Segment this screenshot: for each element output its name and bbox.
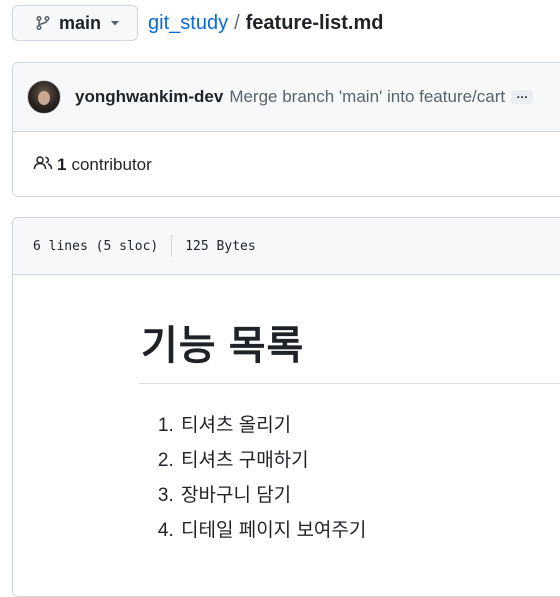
list-item: 디테일 페이지 보여주기 [179,513,560,548]
commit-message-link[interactable]: Merge branch 'main' into feature/cart [229,87,505,107]
markdown-heading: 기능 목록 [141,324,305,368]
list-item: 장바구니 담기 [179,478,560,513]
file-viewer: 6 lines (5 sloc) 125 Bytes 기능 목록 티셔츠 올리기… [12,217,560,597]
markdown-body: 기능 목록 티셔츠 올리기 티셔츠 구매하기 장바구니 담기 디테일 페이지 보… [139,275,560,548]
line-count: 6 lines (5 sloc) [33,238,159,254]
file-size: 125 Bytes [185,238,256,254]
commit-header: yonghwankim-dev Merge branch 'main' into… [13,63,560,132]
list-item: 티셔츠 구매하기 [179,443,560,478]
avatar[interactable] [27,80,61,114]
file-info-bar: 6 lines (5 sloc) 125 Bytes [13,218,560,275]
commit-author-link[interactable]: yonghwankim-dev [75,87,223,107]
heading-rule [139,383,560,384]
path-separator: / [234,11,240,34]
branch-name: main [59,12,102,33]
file-path: git_study / feature-list.md [148,12,383,35]
list-item: 티셔츠 올리기 [179,408,560,443]
contributors-row: 1 contributor [13,132,560,198]
latest-commit-box: yonghwankim-dev Merge branch 'main' into… [12,62,560,197]
contributor-count[interactable]: 1 [57,155,66,175]
caret-down-icon [109,17,121,29]
feature-list: 티셔츠 올리기 티셔츠 구매하기 장바구니 담기 디테일 페이지 보여주기 [139,408,560,548]
people-icon [33,155,57,176]
file-info-divider [171,235,173,257]
branch-selector-button[interactable]: main [12,5,139,41]
expand-commit-button[interactable]: … [511,88,534,104]
file-name: feature-list.md [245,11,384,34]
repo-link[interactable]: git_study [148,12,228,35]
breadcrumb: main git_study / feature-list.md [12,4,383,42]
contributor-label[interactable]: contributor [71,155,151,175]
git-branch-icon [35,15,51,31]
